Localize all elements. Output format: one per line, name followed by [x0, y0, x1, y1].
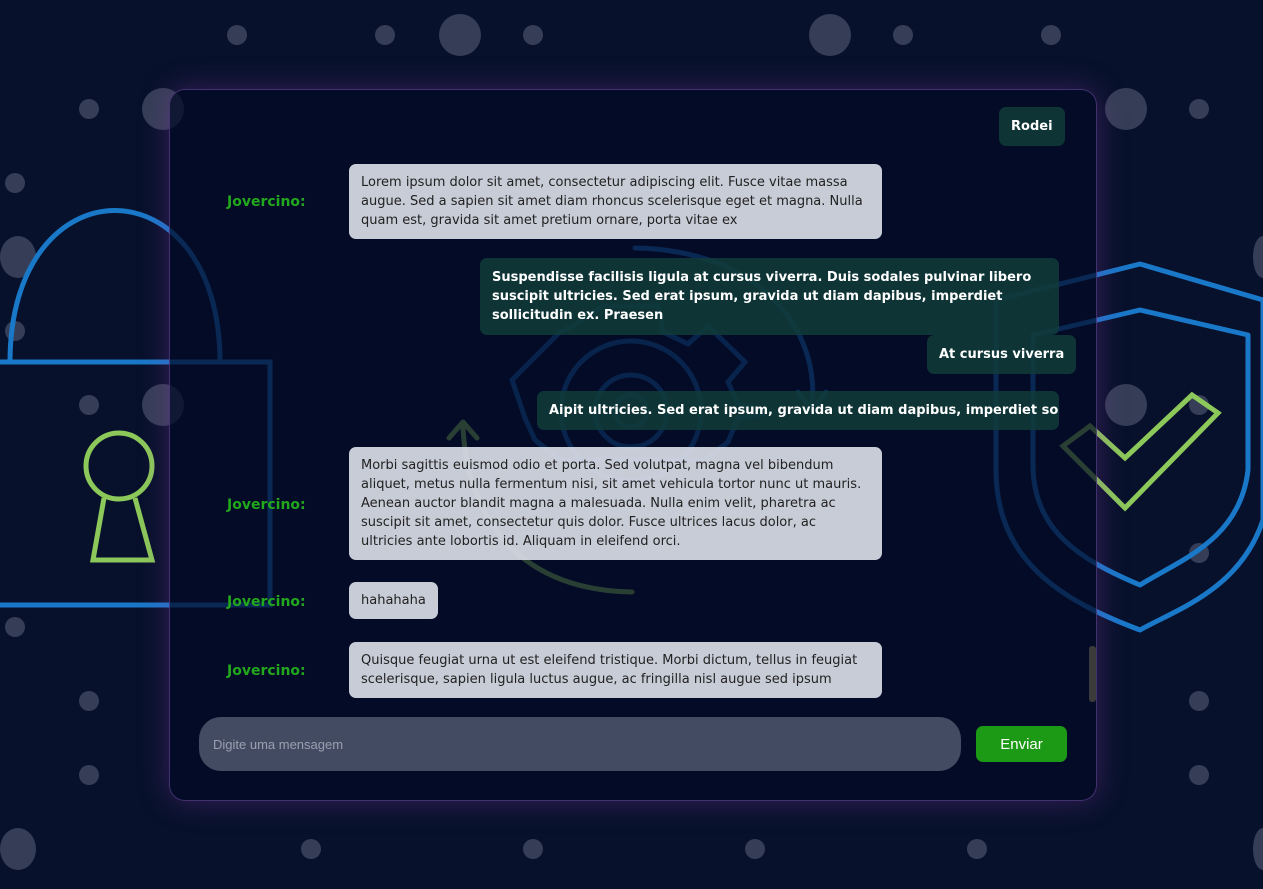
sent-message-bubble: At cursus viverra: [927, 335, 1077, 374]
sender-name: Jovercino:: [227, 594, 306, 610]
message-sent: Aipit ultricies. Sed erat ipsum, gravida…: [537, 391, 1059, 430]
keyhole-icon: [83, 430, 156, 563]
message-received: hahahaha: [349, 582, 438, 619]
sent-message-bubble: Aipit ultricies. Sed erat ipsum, gravida…: [537, 391, 1059, 430]
sent-message-bubble: Rodei: [999, 107, 1065, 146]
message-sent: Suspendisse facilisis ligula at cursus v…: [480, 258, 1059, 335]
chat-window: Rodei Jovercino: Lorem ipsum dolor sit a…: [169, 89, 1097, 801]
received-message-bubble: Morbi sagittis euismod odio et porta. Se…: [349, 447, 882, 560]
sent-message-bubble: Suspendisse facilisis ligula at cursus v…: [480, 258, 1059, 335]
sender-name: Jovercino:: [227, 663, 306, 679]
sender-name: Jovercino:: [227, 194, 306, 210]
message-received: Lorem ipsum dolor sit amet, consectetur …: [349, 164, 882, 239]
sender-name: Jovercino:: [227, 497, 306, 513]
received-message-bubble: hahahaha: [349, 582, 438, 619]
message-received: Quisque feugiat urna ut est eleifend tri…: [349, 642, 882, 698]
message-list-scrollbar[interactable]: [1089, 646, 1096, 702]
received-message-bubble: Quisque feugiat urna ut est eleifend tri…: [349, 642, 882, 698]
message-input[interactable]: [199, 717, 961, 771]
partial-message-bubble: [930, 89, 1058, 90]
send-button[interactable]: Enviar: [976, 726, 1067, 762]
message-list[interactable]: Rodei Jovercino: Lorem ipsum dolor sit a…: [170, 90, 1096, 710]
message-received: Morbi sagittis euismod odio et porta. Se…: [349, 447, 882, 560]
received-message-bubble: Lorem ipsum dolor sit amet, consectetur …: [349, 164, 882, 239]
message-sent: At cursus viverra: [927, 335, 1077, 374]
message-sent: Rodei: [999, 107, 1065, 146]
